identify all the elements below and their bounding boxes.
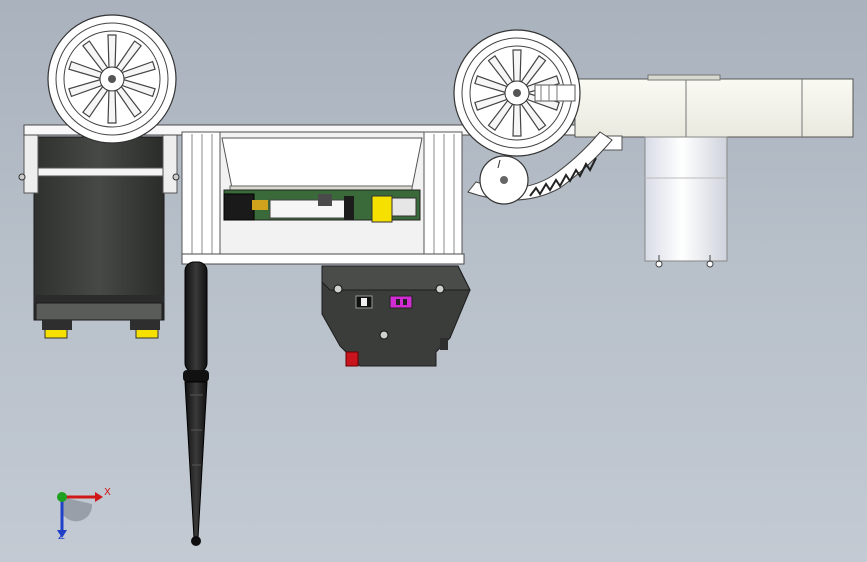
cad-viewport[interactable]: X Z	[0, 0, 867, 562]
chassis-frame[interactable]	[181, 131, 465, 265]
z-axis-label: Z	[58, 531, 65, 542]
assembly-drawing	[18, 14, 854, 546]
x-axis-label: X	[104, 487, 111, 498]
left-wheel-icon[interactable]	[47, 14, 177, 144]
y-axis-dot	[57, 492, 67, 502]
left-servo-motor[interactable]	[18, 134, 180, 339]
controller-module[interactable]	[321, 265, 471, 367]
right-gearbox[interactable]	[574, 74, 854, 268]
right-wheel-icon[interactable]	[453, 29, 581, 157]
antenna[interactable]	[183, 261, 209, 546]
